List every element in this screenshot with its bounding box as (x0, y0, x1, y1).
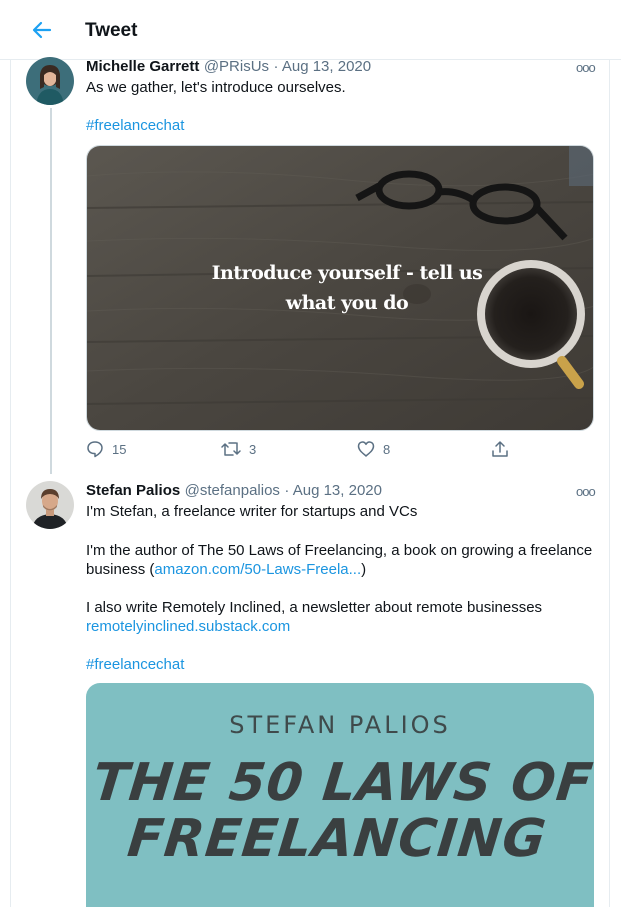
amazon-link[interactable]: amazon.com/50-Laws-Freela... (154, 561, 361, 578)
author-handle[interactable]: @stefanpalios (185, 482, 280, 499)
retweet-count: 3 (249, 441, 257, 457)
tweet-date[interactable]: · Aug 13, 2020 (284, 482, 382, 499)
avatar[interactable] (26, 481, 74, 529)
heart-icon (357, 440, 375, 458)
like-button[interactable]: 8 (357, 440, 390, 458)
media-text-line: what you do (285, 292, 409, 314)
book-author: STEFAN PALIOS (229, 711, 451, 739)
tweet-text: I'm Stefan, a freelance writer for start… (86, 503, 418, 520)
more-options-icon[interactable]: ooo (576, 484, 596, 499)
tweet-media-image[interactable]: STEFAN PALIOS THE 50 LAWS OF FREELANCING (86, 683, 594, 907)
back-arrow-icon[interactable] (28, 16, 56, 44)
hashtag-link[interactable]: #freelancechat (86, 116, 184, 135)
avatar[interactable] (26, 57, 74, 105)
book-title: THE 50 LAWS OF FREELANCING (86, 753, 594, 869)
page-title: Tweet (85, 20, 138, 41)
author-name[interactable]: Stefan Palios (86, 482, 180, 499)
newsletter-link[interactable]: remotelyinclined.substack.com (86, 617, 290, 636)
book-title-line: FREELANCING (124, 809, 550, 869)
page-header: Tweet (0, 0, 621, 60)
tweet-date[interactable]: · Aug 13, 2020 (274, 58, 372, 75)
media-overlay-text: Introduce yourself - tell us what you do (197, 258, 497, 318)
media-text-line: Introduce yourself - tell us (211, 262, 483, 284)
tweet-text-span: ) (361, 561, 367, 578)
share-icon (491, 440, 509, 458)
tweet-text: I'm the author of The 50 Laws of Freelan… (86, 541, 596, 579)
tweet-header: Michelle Garrett @PRisUs · Aug 13, 2020 (86, 58, 371, 76)
retweet-icon (221, 440, 241, 458)
reply-button[interactable]: 15 (86, 440, 126, 458)
author-name[interactable]: Michelle Garrett (86, 58, 199, 75)
like-count: 8 (383, 441, 391, 457)
hashtag-link[interactable]: #freelancechat (86, 655, 184, 674)
tweet-header: Stefan Palios @stefanpalios · Aug 13, 20… (86, 482, 382, 500)
share-button[interactable] (491, 440, 509, 458)
reply-count: 15 (112, 441, 127, 457)
retweet-button[interactable]: 3 (221, 440, 256, 458)
book-title-line: THE 50 LAWS OF (89, 753, 594, 813)
reply-icon (86, 440, 104, 458)
author-handle[interactable]: @PRisUs (204, 58, 269, 75)
thread-connector (50, 108, 52, 474)
tweet-text: As we gather, let's introduce ourselves. (86, 79, 346, 96)
more-options-icon[interactable]: ooo (576, 60, 596, 75)
tweet-text: I also write Remotely Inclined, a newsle… (86, 599, 543, 616)
tweet-actions: 15 3 8 (0, 440, 621, 460)
tweet-media-image[interactable]: Introduce yourself - tell us what you do (86, 145, 594, 431)
